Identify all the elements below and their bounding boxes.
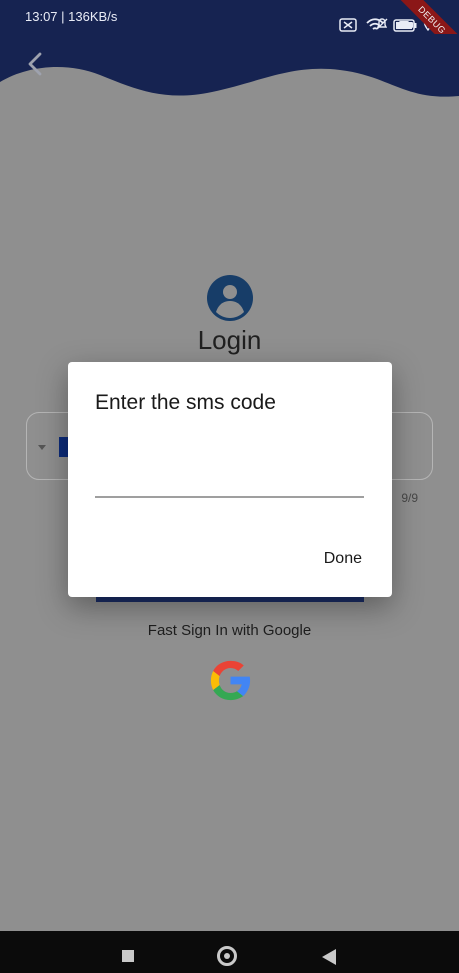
network-speed: 136KB/s xyxy=(68,9,118,24)
recent-apps-button[interactable] xyxy=(122,950,134,962)
system-navigation-bar xyxy=(0,931,459,973)
login-title: Login xyxy=(197,325,262,355)
status-time: 13:07 xyxy=(25,9,58,24)
login-screen: 13:07 | 136KB/s DEBUG Login 9/9 Fast Sig… xyxy=(0,0,459,973)
sms-code-input[interactable] xyxy=(95,456,364,498)
account-circle-icon xyxy=(207,275,253,321)
phone-counter: 9/9 xyxy=(401,491,418,505)
status-time-speed: 13:07 | 136KB/s xyxy=(25,0,117,34)
home-button[interactable] xyxy=(217,946,237,966)
google-logo-icon[interactable] xyxy=(207,657,254,704)
dialog-title: Enter the sms code xyxy=(95,391,276,414)
country-dropdown-icon[interactable] xyxy=(37,442,47,452)
done-button[interactable]: Done xyxy=(324,550,362,568)
google-sign-in-label: Fast Sign In with Google xyxy=(147,622,312,639)
wave-header xyxy=(0,34,459,97)
status-bar: 13:07 | 136KB/s xyxy=(0,0,459,34)
back-chevron-icon[interactable] xyxy=(20,48,52,80)
system-back-button[interactable] xyxy=(322,949,336,965)
sms-code-dialog: Enter the sms code Done xyxy=(68,362,392,597)
